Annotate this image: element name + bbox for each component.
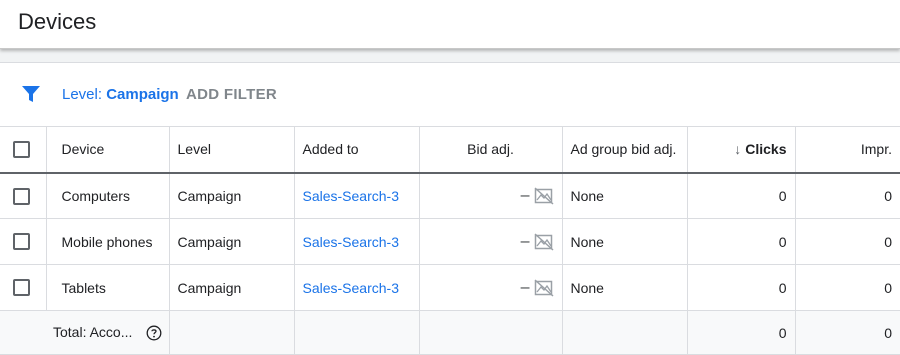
level-cell: Campaign (169, 264, 295, 311)
impr-cell: 0 (884, 233, 892, 250)
empty-cell (294, 310, 420, 355)
campaign-link[interactable]: Sales-Search-3 (303, 280, 400, 296)
clicks-cell: 0 (687, 264, 796, 311)
bid-adj-cell[interactable]: – (419, 218, 563, 265)
column-header-level[interactable]: Level (169, 126, 295, 173)
page-title: Devices (18, 9, 97, 34)
level-filter-value: Campaign (106, 86, 179, 103)
device-cell: Tablets (46, 264, 170, 311)
bid-adj-value: – (520, 186, 530, 204)
bid-unavailable-icon (534, 278, 553, 297)
row-checkbox[interactable] (13, 187, 30, 205)
row-select-cell (0, 218, 47, 265)
device-cell: Computers (46, 172, 170, 219)
added-to-cell: Sales-Search-3 (294, 218, 420, 265)
empty-cell (169, 310, 295, 355)
impr-cell: 0 (884, 187, 892, 204)
clicks-cell: 0 (687, 218, 796, 265)
add-filter-button[interactable]: ADD FILTER (186, 86, 277, 103)
impr-cell: 0 (884, 279, 892, 296)
filter-bar: Level: Campaign ADD FILTER (0, 63, 900, 126)
ad-group-bid-adj-cell: None (562, 264, 688, 311)
column-header-bid-adj[interactable]: Bid adj. (419, 126, 563, 173)
total-label-cell: Total: Acco... (0, 310, 170, 355)
table-row: Mobile phones Campaign Sales-Search-3 – … (0, 218, 900, 265)
bid-unavailable-icon (534, 232, 553, 251)
level-cell: Campaign (169, 172, 295, 219)
bid-adj-value: – (520, 278, 530, 296)
total-clicks-cell: 0 (687, 310, 796, 355)
row-checkbox[interactable] (13, 279, 30, 297)
row-checkbox[interactable] (13, 233, 30, 251)
total-row: Total: Acco... 0 0 (0, 310, 900, 355)
filter-icon[interactable] (21, 84, 41, 104)
column-header-clicks-label: Clicks (745, 141, 787, 158)
device-cell: Mobile phones (46, 218, 170, 265)
column-header-ad-group-bid-adj[interactable]: Ad group bid adj. (562, 126, 688, 173)
select-all-checkbox[interactable] (13, 141, 30, 159)
total-label: Total: Acco... (53, 323, 133, 340)
level-cell: Campaign (169, 218, 295, 265)
empty-cell (419, 310, 563, 355)
column-header-clicks[interactable]: ↓ Clicks (687, 126, 796, 173)
bid-adj-cell[interactable]: – (419, 264, 563, 311)
table-row: Tablets Campaign Sales-Search-3 – None 0… (0, 264, 900, 311)
page-header: Devices (0, 0, 900, 49)
added-to-cell: Sales-Search-3 (294, 264, 420, 311)
column-header-device[interactable]: Device (46, 126, 170, 173)
level-filter-prefix: Level: (62, 86, 107, 103)
empty-cell (562, 310, 688, 355)
campaign-link[interactable]: Sales-Search-3 (303, 188, 400, 204)
level-filter-chip[interactable]: Level: Campaign (62, 86, 179, 103)
help-icon[interactable] (146, 325, 162, 341)
ad-group-bid-adj-cell: None (562, 172, 688, 219)
campaign-link[interactable]: Sales-Search-3 (303, 234, 400, 250)
row-select-cell (0, 264, 47, 311)
sort-down-icon: ↓ (734, 141, 742, 158)
bid-adj-value: – (520, 232, 530, 250)
table-row: Computers Campaign Sales-Search-3 – None… (0, 172, 900, 219)
column-header-impr[interactable]: Impr. (795, 127, 900, 173)
header-divider (0, 49, 900, 63)
devices-table: Device Level Added to Bid adj. Ad group … (0, 126, 900, 355)
bid-unavailable-icon (534, 187, 553, 205)
clicks-cell: 0 (687, 172, 796, 219)
added-to-cell: Sales-Search-3 (294, 172, 420, 219)
column-header-added-to[interactable]: Added to (294, 126, 420, 173)
table-header-row: Device Level Added to Bid adj. Ad group … (0, 126, 900, 173)
total-impr-cell: 0 (884, 324, 892, 341)
row-select-cell (0, 172, 47, 219)
select-all-cell (0, 126, 47, 173)
ad-group-bid-adj-cell: None (562, 218, 688, 265)
bid-adj-cell[interactable]: – (419, 172, 563, 219)
